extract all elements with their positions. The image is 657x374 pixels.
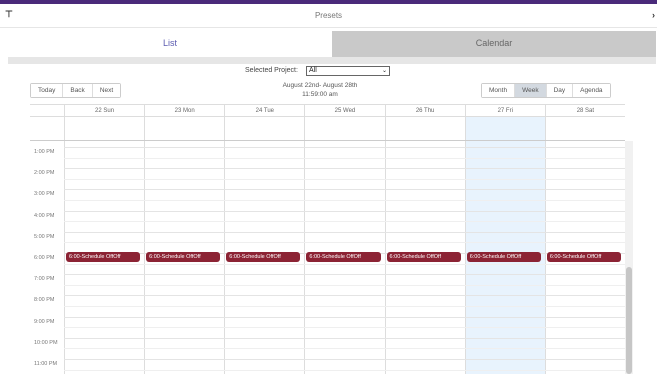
day-header[interactable]: 24 Tue [224,105,304,117]
half-hour-line [64,306,625,307]
calendar-event[interactable]: 6:00-Schedule OffOff [306,252,381,262]
half-hour-line [64,221,625,223]
time-label: 1:00 PM [34,149,55,155]
today-button[interactable]: Today [31,84,64,97]
hour-line [64,189,625,191]
window-title: Presets [314,11,343,20]
tab-underline-strip [8,57,656,64]
calendar-event[interactable]: 6:00-Schedule OffOff [146,252,221,262]
all-day-cell[interactable] [384,117,465,140]
half-hour-line [64,157,625,159]
hour-line [64,231,625,233]
hour-line [64,274,625,276]
hour-line [64,316,625,318]
time-label: 10:00 PM [34,339,58,346]
half-hour-line [64,263,625,265]
half-hour-line [64,327,625,329]
calendar-event[interactable]: 6:00-Schedule OffOff [466,252,541,262]
all-day-cell[interactable] [544,117,625,140]
tab-list[interactable]: List [8,31,332,57]
half-hour-line [64,200,625,201]
view-tabs: List Calendar [8,31,656,57]
next-button[interactable]: Next [92,84,121,97]
view-switcher: Month Week Day Agenda [481,83,611,98]
project-select-value: All [309,67,317,74]
calendar-event[interactable]: 6:00-Schedule OffOff [226,252,301,262]
week-view-button[interactable]: Week [515,84,547,97]
time-label: 3:00 PM [34,191,55,198]
calendar-scrollbar[interactable] [625,141,633,374]
time-label: 7:00 PM [34,276,55,283]
project-select[interactable]: All ⌄ [306,66,390,76]
hour-line [64,359,625,360]
half-hour-line [64,178,625,180]
window-titlebar: ⊤ Presets › [0,4,657,28]
date-range-label: August 22nd- August 28th 11:59:00 am [230,81,410,99]
month-view-button[interactable]: Month [482,84,516,97]
week-calendar: 22 Sun 23 Mon 24 Tue 25 Wed 26 Thu 27 Fri 28 S… [30,104,625,374]
half-hour-line [64,242,625,244]
day-view-button[interactable]: Day [546,84,574,97]
time-label: 6:00 PM [34,255,55,261]
all-day-cell[interactable] [304,117,384,140]
navigation-buttons: Today Back Next [30,83,122,98]
time-label: 4:00 PM [34,212,55,219]
day-header[interactable]: 23 Mon [144,105,224,117]
calendar-event[interactable]: 6:00-Schedule OffOff [66,252,141,262]
time-label: 2:00 PM [34,170,55,177]
chevron-down-icon: ⌄ [381,68,387,74]
day-header[interactable]: 28 Sat [544,105,625,117]
hour-line [64,147,625,148]
date-range-time: 11:59:00 am [302,91,338,98]
all-day-cell[interactable] [144,117,224,140]
half-hour-line [64,369,625,371]
day-header[interactable]: 22 Sun [64,105,144,117]
all-day-cell[interactable] [64,117,144,140]
day-header-row: 22 Sun 23 Mon 24 Tue 25 Wed 26 Thu 27 Fri 28 S… [30,104,625,117]
day-header[interactable]: 27 Fri [464,105,545,117]
tab-calendar[interactable]: Calendar [332,31,656,57]
close-icon[interactable]: › [652,10,655,20]
calendar-event[interactable]: 6:00-Schedule OffOff [386,252,461,262]
all-day-cell[interactable] [464,117,545,140]
all-day-row [30,117,625,141]
hour-line [64,337,625,339]
calendar-event[interactable]: 6:00-Schedule OffOff [546,252,621,262]
half-hour-line [64,348,625,350]
time-label: 11:00 PM [34,361,58,367]
time-grid: 1:00 PM 2:00 PM 3:00 PM 4:00 PM 5:00 PM 6:00 … [30,141,625,374]
agenda-view-button[interactable]: Agenda [573,84,610,97]
hour-line [64,168,625,170]
back-button[interactable]: Back [63,84,93,97]
time-label: 8:00 PM [34,297,55,304]
hour-line [64,295,625,297]
time-label: 9:00 PM [34,318,55,325]
all-day-cell[interactable] [224,117,304,140]
day-header[interactable]: 25 Wed [304,105,384,117]
hour-line [64,210,625,212]
project-filter-label: Selected Project: [245,67,298,74]
date-range-text: August 22nd- August 28th [282,82,358,89]
half-hour-line [64,284,625,286]
scrollbar-thumb[interactable] [626,267,632,374]
time-label: 5:00 PM [34,233,55,240]
day-header[interactable]: 26 Thu [384,105,465,117]
